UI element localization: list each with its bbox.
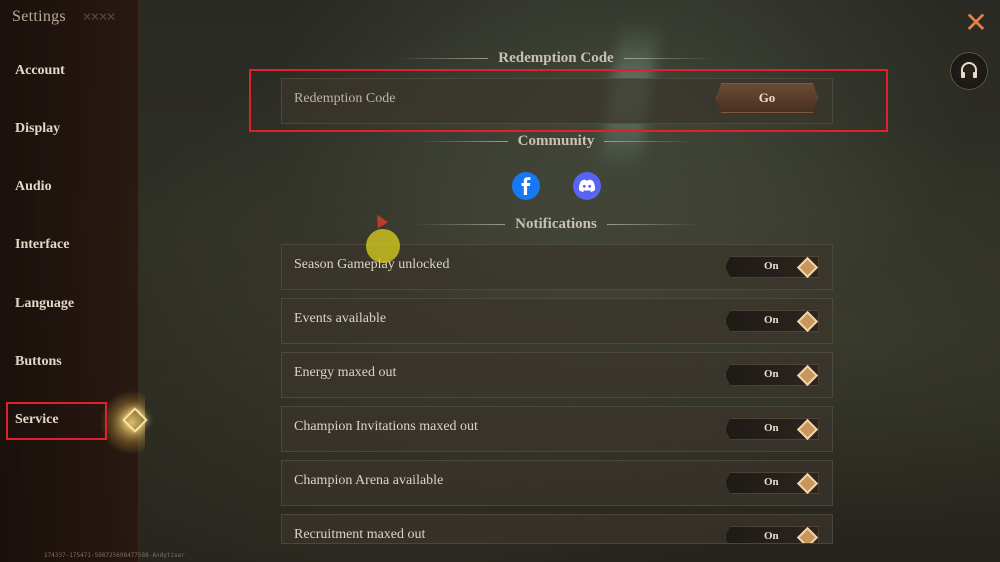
toggle-diamond-icon [796, 256, 819, 278]
toggle-state: On [764, 476, 779, 488]
redeem-go-button[interactable]: Go [716, 83, 818, 113]
toggle-state: On [764, 530, 779, 542]
toggle-state: On [764, 260, 779, 272]
close-icon: ✕ [964, 6, 988, 39]
build-id: 174337-175471-598725698477588-Andytiser [44, 552, 185, 559]
sidebar-item-service[interactable]: Service [15, 412, 59, 428]
settings-sidebar: Settings ✕✕✕✕ Account Display Audio Inte… [0, 0, 139, 562]
toggle-diamond-icon [796, 418, 819, 440]
notification-row-events: Events available On [281, 298, 833, 344]
notification-row-recruitment: Recruitment maxed out On [281, 514, 833, 544]
header-ornament-left [398, 58, 489, 60]
notification-toggle[interactable]: On [725, 472, 819, 494]
sidebar-item-display[interactable]: Display [15, 121, 60, 137]
notifications-header-text: Notifications [515, 216, 597, 232]
discord-icon [578, 179, 596, 192]
notification-row-season-gameplay: Season Gameplay unlocked On [281, 244, 833, 290]
notification-label: Recruitment maxed out [294, 527, 426, 542]
discord-link[interactable] [573, 172, 601, 200]
redemption-code-label: Redemption Code [294, 91, 396, 106]
notification-row-energy: Energy maxed out On [281, 352, 833, 398]
click-indicator [366, 229, 400, 263]
close-button[interactable]: ✕ [962, 9, 990, 38]
sidebar-item-audio[interactable]: Audio [15, 179, 52, 195]
redemption-code-row: Redemption Code Go [281, 78, 833, 124]
toggle-diamond-icon [796, 526, 819, 543]
community-header-text: Community [517, 133, 595, 149]
toggle-diamond-icon [796, 472, 819, 494]
facebook-icon [521, 177, 531, 195]
title-ornament: ✕✕✕✕ [82, 10, 116, 24]
sidebar-item-interface[interactable]: Interface [15, 237, 69, 253]
notification-toggle[interactable]: On [725, 256, 819, 278]
toggle-diamond-icon [796, 310, 819, 332]
header-ornament-left [415, 224, 506, 226]
customer-support-button[interactable] [950, 52, 988, 90]
sidebar-item-language[interactable]: Language [15, 296, 74, 312]
notification-toggle[interactable]: On [725, 418, 819, 440]
notification-row-champion-arena: Champion Arena available On [281, 460, 833, 506]
notification-row-champion-invitations: Champion Invitations maxed out On [281, 406, 833, 452]
notification-label: Champion Arena available [294, 473, 444, 488]
notification-label: Champion Invitations maxed out [294, 419, 478, 434]
sidebar-item-buttons[interactable]: Buttons [15, 354, 62, 370]
toggle-state: On [764, 422, 779, 434]
notification-toggle[interactable]: On [725, 526, 819, 543]
toggle-state: On [764, 314, 779, 326]
notification-label: Events available [294, 311, 387, 326]
community-section-header: Community [360, 133, 752, 150]
toggle-diamond-icon [796, 364, 819, 386]
redemption-section-header: Redemption Code [360, 50, 752, 67]
toggle-state: On [764, 368, 779, 380]
header-ornament-left [417, 141, 508, 143]
facebook-link[interactable] [512, 172, 540, 200]
notification-label: Energy maxed out [294, 365, 397, 380]
header-ornament-right [604, 141, 695, 143]
header-ornament-right [623, 58, 714, 60]
redemption-header-text: Redemption Code [498, 50, 614, 66]
headset-icon [961, 62, 977, 78]
header-ornament-right [606, 224, 697, 226]
notifications-section-header: Notifications [360, 216, 752, 233]
sidebar-item-account[interactable]: Account [15, 63, 65, 79]
settings-title: Settings [12, 8, 66, 25]
notification-toggle[interactable]: On [725, 310, 819, 332]
notification-toggle[interactable]: On [725, 364, 819, 386]
